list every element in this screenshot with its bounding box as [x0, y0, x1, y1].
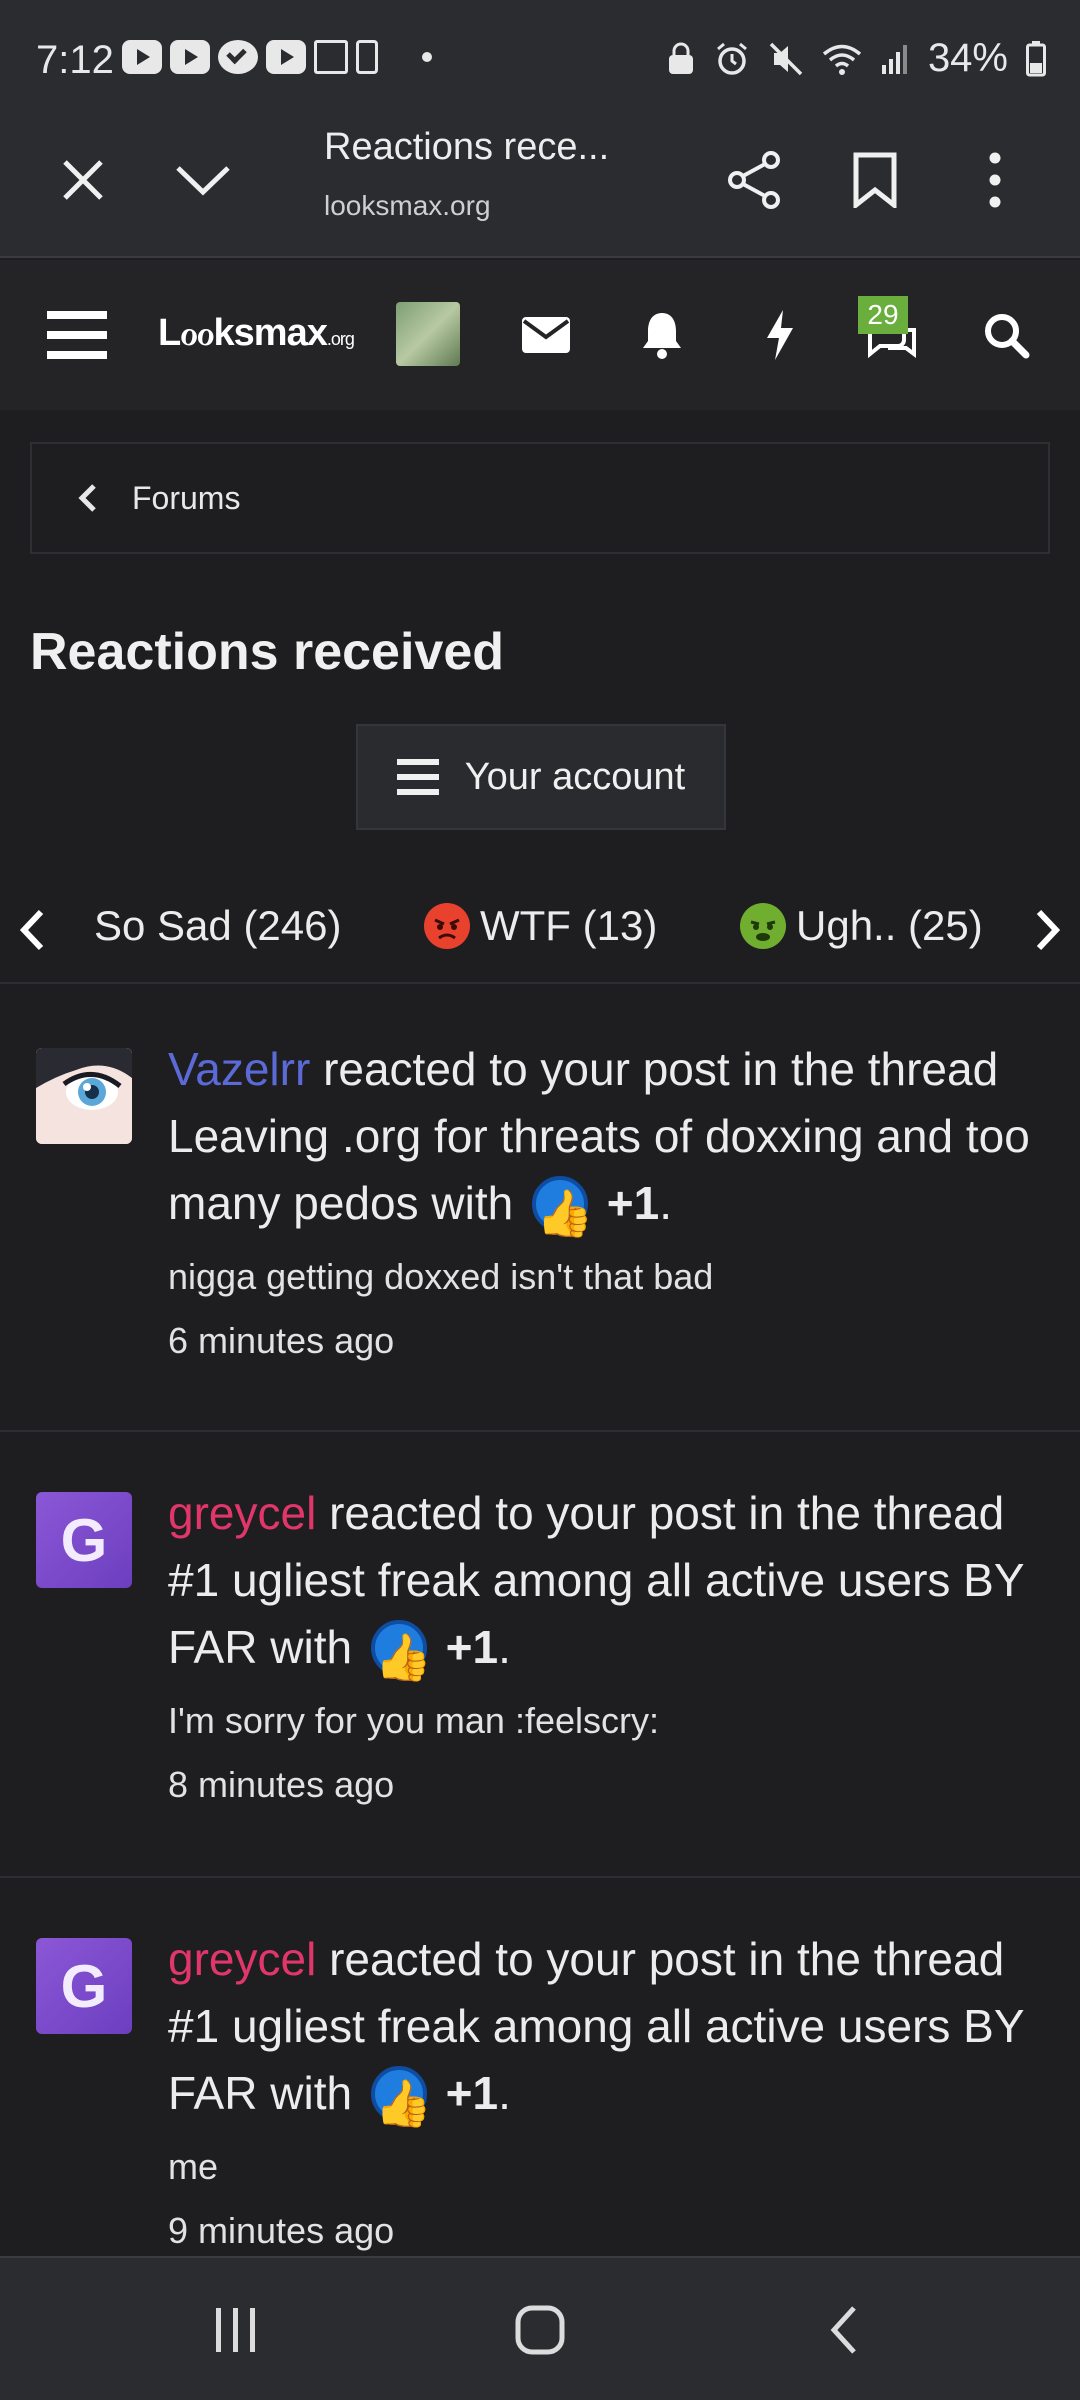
reaction-label: +1 — [445, 2067, 499, 2119]
system-navigation-bar — [0, 2256, 1080, 2400]
timestamp: 6 minutes ago — [168, 1320, 395, 1361]
bookmark-icon — [853, 152, 897, 208]
alert-text: greycel reacted to your post in the thre… — [168, 1480, 1048, 1681]
your-account-button[interactable]: Your account — [356, 724, 726, 830]
tab-ugh[interactable]: Ugh.. (25) — [740, 902, 983, 950]
check-app-icon — [218, 40, 258, 74]
reaction-label: +1 — [445, 1621, 499, 1673]
back-icon — [830, 2306, 856, 2354]
site-navigation: Lℴℴksmax.org — [0, 260, 1080, 410]
tabs-scroll-left-button[interactable] — [2, 890, 62, 970]
phone-app-icon — [356, 40, 378, 74]
bookmark-button[interactable] — [830, 130, 920, 230]
tab-so-sad[interactable]: So Sad (246) — [94, 902, 342, 950]
browser-page-title: Reactions rece... — [324, 126, 610, 168]
username-link[interactable]: Vazelrr — [168, 1043, 310, 1095]
chevron-left-icon — [19, 909, 44, 951]
lightning-icon — [767, 310, 793, 360]
like-reaction-icon — [370, 1620, 427, 1676]
username-link[interactable]: greycel — [168, 1933, 316, 1985]
breadcrumb[interactable]: Forums — [30, 442, 1050, 554]
breadcrumb-forums-link[interactable]: Forums — [132, 480, 240, 517]
status-time: 7:12 — [36, 38, 114, 82]
chevron-down-icon — [176, 166, 230, 196]
battery-percent: 34% — [927, 36, 1008, 80]
share-button[interactable] — [710, 130, 800, 230]
recents-icon — [216, 2308, 255, 2352]
more-options-button[interactable] — [950, 130, 1040, 230]
box-app-icon — [314, 40, 348, 74]
tab-label: Ugh.. (25) — [796, 902, 983, 949]
like-reaction-icon — [370, 2066, 427, 2122]
timestamp: 8 minutes ago — [168, 1764, 395, 1805]
status-bar: 7:12 34% — [0, 0, 1080, 118]
alarm-icon — [716, 42, 747, 75]
chevron-right-icon — [1036, 909, 1061, 951]
signal-icon — [881, 44, 907, 74]
share-icon — [728, 151, 780, 209]
list-icon — [396, 759, 439, 795]
youtube-icon — [122, 40, 162, 74]
timestamp: 9 minutes ago — [168, 2210, 395, 2251]
recent-apps-button[interactable] — [176, 2288, 296, 2372]
avatar[interactable]: G — [36, 1492, 132, 1588]
list-item[interactable]: G greycel reacted to your post in the th… — [0, 1432, 1080, 1878]
search-icon — [985, 314, 1030, 359]
logo-main: Lℴℴksmax — [158, 312, 328, 354]
alert-text: greycel reacted to your post in the thre… — [168, 1926, 1048, 2127]
close-icon — [63, 160, 103, 200]
site-logo[interactable]: Lℴℴksmax.org — [158, 310, 355, 355]
inbox-button[interactable] — [506, 260, 586, 410]
reaction-filter-tabs: So Sad (246) WTF (13) Ugh.. (25) — [0, 874, 1080, 984]
bell-icon — [643, 313, 681, 359]
more-vertical-icon — [989, 152, 1001, 208]
tab-wtf[interactable]: WTF (13) — [424, 902, 657, 950]
your-account-label: Your account — [464, 755, 686, 798]
menu-button[interactable] — [32, 260, 122, 410]
mute-icon — [769, 42, 803, 75]
conversations-button[interactable] — [852, 260, 932, 410]
logo-suffix: .org — [326, 329, 355, 349]
tab-label: So Sad (246) — [94, 902, 342, 949]
hamburger-icon — [47, 311, 107, 359]
tabs-scroll-right-button[interactable] — [1018, 890, 1078, 970]
alert-text: Vazelrr reacted to your post in the thre… — [168, 1036, 1048, 1237]
search-button[interactable] — [966, 260, 1046, 410]
nauseated-face-icon — [740, 903, 786, 949]
back-button[interactable] — [784, 2288, 904, 2372]
list-item[interactable]: Vazelrr reacted to your post in the thre… — [0, 986, 1080, 1432]
post-snippet: I'm sorry for you man :feelscry: — [168, 1700, 659, 1741]
page-title: Reactions received — [30, 623, 505, 681]
angry-face-icon — [424, 903, 470, 949]
close-tab-button[interactable] — [38, 130, 128, 230]
whats-new-button[interactable] — [740, 260, 820, 410]
avatar[interactable] — [36, 1048, 132, 1144]
thread-link[interactable]: Leaving .org for threats of doxxing and … — [168, 1110, 1030, 1229]
wifi-icon — [822, 44, 862, 75]
browser-url: looksmax.org — [324, 190, 491, 221]
chevron-left-icon — [78, 483, 118, 513]
conversations-count-badge: 29 — [858, 296, 908, 334]
like-reaction-icon — [531, 1176, 588, 1232]
battery-icon — [1026, 40, 1046, 76]
more-notifications-dot — [422, 52, 432, 62]
home-icon — [515, 2305, 565, 2355]
notification-icons — [122, 40, 432, 74]
alerts-button[interactable] — [622, 260, 702, 410]
youtube-icon — [266, 40, 306, 74]
reaction-label: +1 — [606, 1177, 660, 1229]
post-snippet: nigga getting doxxed isn't that bad — [168, 1256, 714, 1297]
username-link[interactable]: greycel — [168, 1487, 316, 1539]
system-icons: 34% — [666, 36, 1046, 81]
post-snippet: me — [168, 2146, 219, 2187]
lock-icon — [668, 42, 693, 74]
list-item[interactable]: G greycel reacted to your post in the th… — [0, 1878, 1080, 2258]
avatar[interactable]: G — [36, 1938, 132, 2034]
minimize-button[interactable] — [158, 130, 248, 230]
envelope-icon — [522, 317, 570, 353]
tab-label: WTF (13) — [480, 902, 658, 949]
user-avatar[interactable] — [396, 302, 460, 366]
home-button[interactable] — [480, 2288, 600, 2372]
youtube-icon — [170, 40, 210, 74]
